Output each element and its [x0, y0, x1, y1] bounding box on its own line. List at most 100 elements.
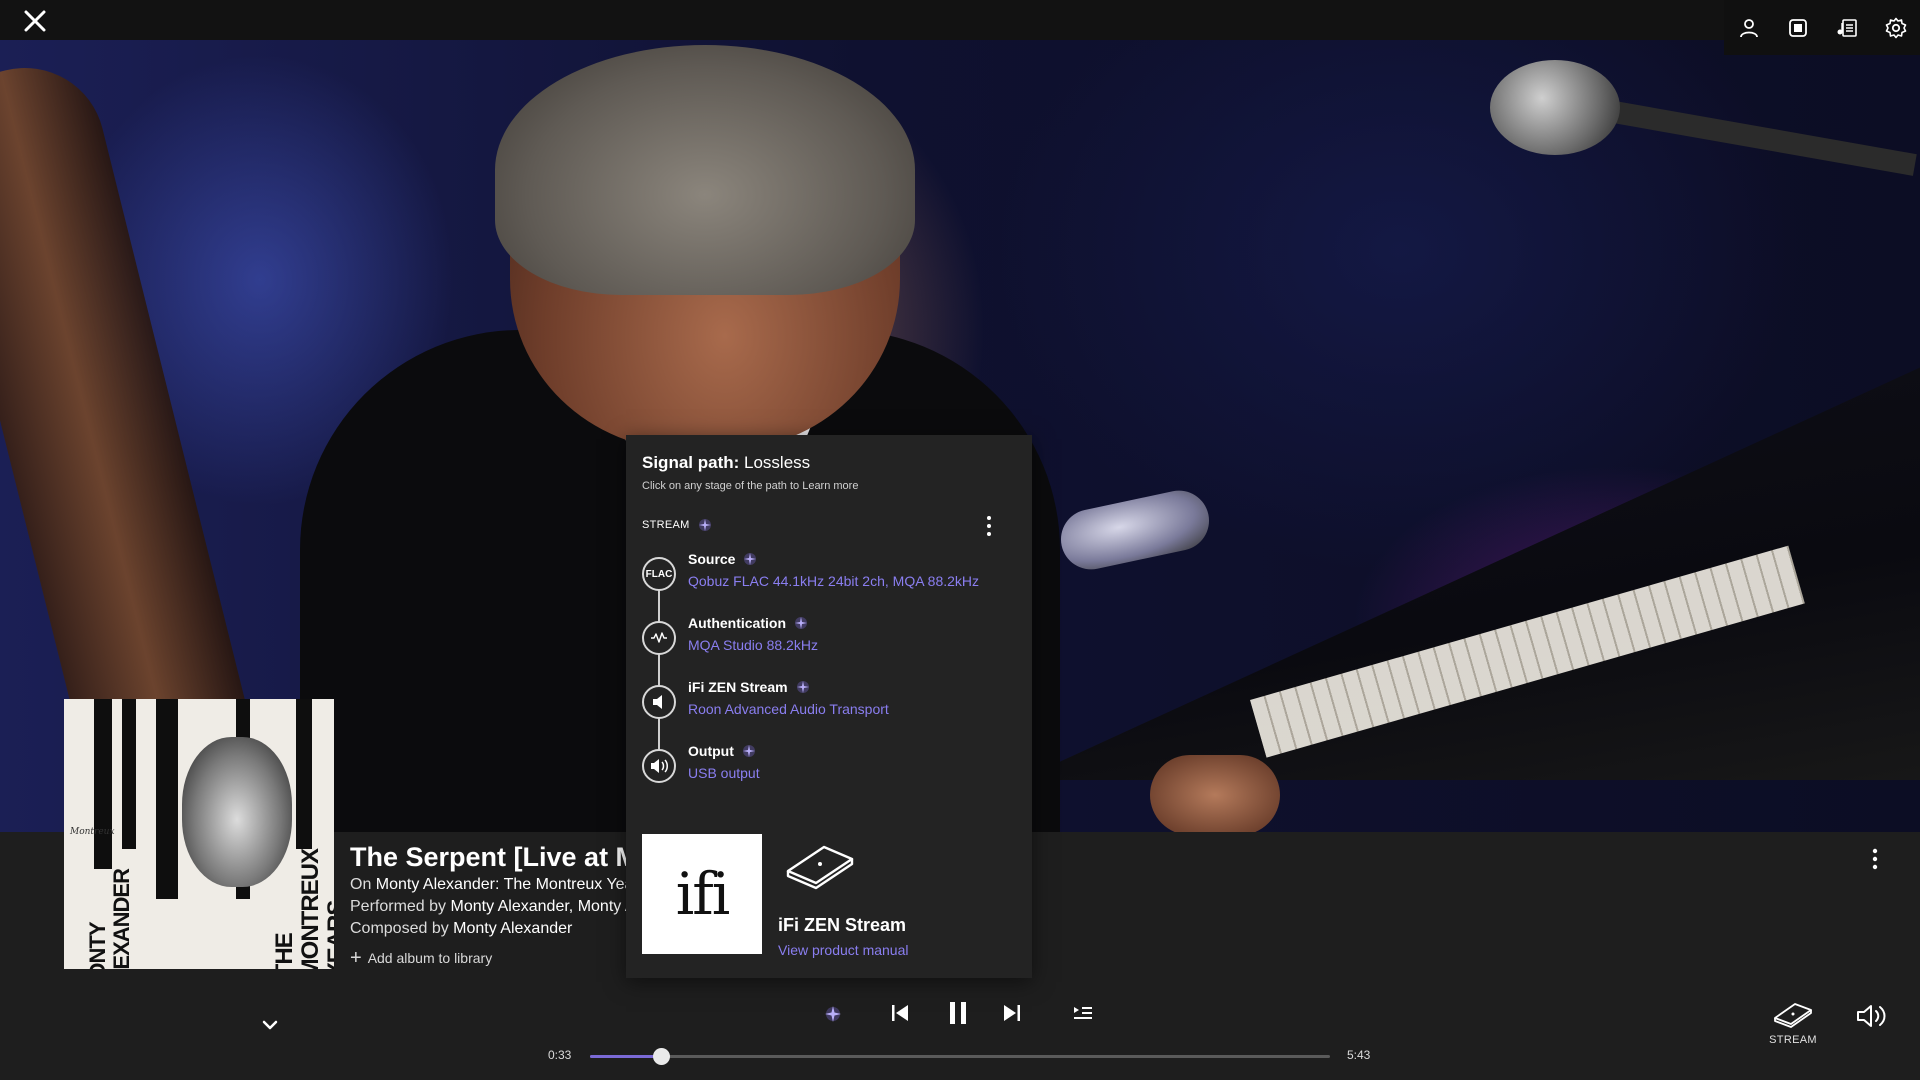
queue-button[interactable] — [1070, 1001, 1096, 1025]
stage-name: Output — [688, 743, 756, 759]
cover-title-text: THE MONTREUX YEARS — [271, 848, 334, 969]
stage-ifi-zen-stream[interactable]: iFi ZEN Stream Roon Advanced Audio Trans… — [642, 679, 1022, 733]
quality-star-icon — [796, 681, 809, 693]
settings-button[interactable] — [1871, 0, 1920, 55]
volume-icon — [1857, 1005, 1886, 1027]
stage-output[interactable]: Output USB output — [642, 743, 1022, 797]
quality-star-icon — [698, 519, 711, 531]
signal-quality-star-icon — [825, 1006, 841, 1022]
stage-source[interactable]: FLAC Source Qobuz FLAC 44.1kHz 24bit 2ch… — [642, 551, 1022, 605]
progress-handle[interactable] — [653, 1048, 671, 1065]
screen-icon — [1788, 18, 1807, 37]
zone-row: STREAM — [642, 518, 712, 532]
zone-label: STREAM — [1769, 1034, 1817, 1046]
cover-stripe — [296, 699, 312, 849]
pause-icon — [950, 1002, 966, 1024]
lyrics-button[interactable] — [1822, 0, 1871, 55]
microphone-shape — [1490, 60, 1620, 155]
screen-mode-button[interactable] — [1773, 0, 1822, 55]
ifi-logo: ifi — [675, 860, 731, 928]
chevron-down-icon — [262, 1020, 278, 1030]
next-button[interactable] — [1000, 1000, 1024, 1026]
elapsed-time: 0:33 — [548, 1048, 572, 1062]
cover-artist-text: MONTY ALEXANDER — [85, 869, 134, 969]
piano-microphone-shape — [1055, 485, 1215, 575]
performer-hand-shape — [1150, 755, 1280, 832]
user-icon — [1739, 18, 1758, 37]
track-title[interactable]: The Serpent [Live at Montreux] — [350, 840, 630, 874]
pause-button[interactable] — [944, 998, 972, 1028]
performed-prefix: Performed by — [350, 898, 447, 915]
stage-name: iFi ZEN Stream — [688, 679, 810, 695]
cover-stripe — [156, 699, 178, 899]
speaker-icon — [653, 695, 662, 709]
waveform-icon — [651, 632, 667, 643]
progress-fill — [590, 1055, 662, 1058]
stage-icon-label: FLAC — [645, 568, 673, 580]
stage-name-text: Source — [688, 551, 736, 567]
zone-button[interactable]: STREAM — [1762, 1000, 1824, 1060]
profile-button[interactable] — [1724, 0, 1773, 55]
gear-icon — [1885, 17, 1906, 38]
volume-button[interactable] — [1856, 1003, 1890, 1031]
composer-link[interactable]: Monty Alexander — [453, 920, 572, 937]
add-album-button[interactable]: + Add album to library — [350, 947, 493, 969]
album-prefix: On — [350, 876, 372, 893]
add-album-label: Add album to library — [367, 950, 493, 966]
signal-path-title: Signal path: Lossless — [642, 453, 810, 473]
close-button[interactable] — [24, 10, 54, 40]
skip-previous-icon — [892, 1005, 908, 1021]
composed-prefix: Composed by — [350, 920, 449, 937]
stage-detail: Qobuz FLAC 44.1kHz 24bit 2ch, MQA 88.2kH… — [688, 573, 980, 589]
performers-link[interactable]: Monty Alexander, Monty Alexander Trio — [451, 898, 631, 915]
skip-next-icon — [1004, 1005, 1020, 1021]
mic-stand-shape — [1578, 95, 1917, 176]
lyrics-icon — [1837, 18, 1857, 37]
more-vertical-icon — [987, 516, 991, 536]
stage-name-text: iFi ZEN Stream — [688, 679, 788, 695]
collapse-button[interactable] — [262, 1018, 282, 1034]
stage-detail: Roon Advanced Audio Transport — [688, 701, 889, 717]
album-link[interactable]: Monty Alexander: The Montreux Years — [376, 876, 630, 893]
queue-icon — [1074, 1007, 1092, 1019]
close-icon — [24, 10, 46, 32]
volume-output-icon — [642, 749, 676, 783]
stage-name-text: Authentication — [688, 615, 786, 631]
stage-detail: MQA Studio 88.2kHz — [688, 637, 818, 653]
device-name: iFi ZEN Stream — [778, 915, 907, 935]
streamer-device-icon — [1774, 1003, 1812, 1028]
composer-line: Composed by Monty Alexander — [350, 918, 630, 940]
authentication-icon — [642, 621, 676, 655]
stage-name: Source — [688, 551, 757, 567]
signal-path-subtitle: Click on any stage of the path to Learn … — [642, 480, 859, 492]
cover-stripe — [94, 699, 112, 869]
top-bar — [0, 0, 1920, 55]
flac-icon: FLAC — [642, 557, 676, 591]
plus-icon: + — [350, 947, 362, 969]
quality-star-icon — [795, 617, 807, 629]
stage-authentication[interactable]: Authentication MQA Studio 88.2kHz — [642, 615, 1022, 669]
album-cover[interactable]: Montreux MONTY ALEXANDER THE MONTREUX YE… — [64, 699, 334, 969]
total-time: 5:43 — [1347, 1048, 1371, 1062]
previous-button[interactable] — [888, 1000, 912, 1026]
zone-name: STREAM — [642, 519, 690, 531]
track-info: The Serpent [Live at Montreux] On Monty … — [350, 840, 630, 940]
signal-path-button[interactable] — [822, 1003, 844, 1025]
performers-line: Performed by Monty Alexander, Monty Alex… — [350, 896, 630, 918]
quality-star-icon — [742, 745, 755, 757]
stage-name: Authentication — [688, 615, 808, 631]
cover-logo: Montreux — [70, 827, 115, 837]
signal-path-label: Signal path: — [642, 453, 740, 472]
more-vertical-icon — [1872, 848, 1878, 870]
device-logo-box: ifi — [642, 834, 762, 954]
speaker-wave-icon — [651, 759, 668, 773]
signal-path-menu-button[interactable] — [986, 515, 1006, 537]
quality-star-icon — [744, 553, 757, 565]
signal-path-quality: Lossless — [744, 453, 811, 472]
top-right-toolbar — [1724, 0, 1920, 55]
progress-bar[interactable] — [590, 1048, 1330, 1065]
album-line: On Monty Alexander: The Montreux Years — [350, 874, 630, 896]
view-product-manual-link[interactable]: View product manual — [778, 942, 908, 958]
stage-name-text: Output — [688, 743, 734, 759]
track-more-button[interactable] — [1872, 848, 1892, 872]
